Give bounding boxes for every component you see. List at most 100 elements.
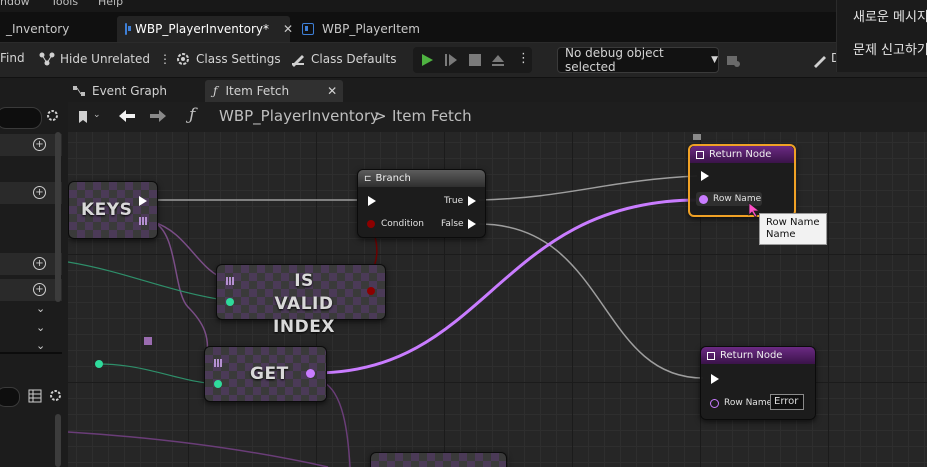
section-row[interactable]: + — [0, 279, 62, 301]
breadcrumb-separator: > — [374, 107, 387, 125]
debug-filter-icon[interactable] — [725, 52, 741, 68]
breadcrumb-leaf[interactable]: Item Fetch — [392, 107, 472, 125]
graph-tab-bar: Event Graph ƒ Item Fetch ✕ — [0, 78, 927, 102]
bookmark-icon[interactable] — [76, 110, 90, 124]
tooltip-type: Name — [766, 229, 796, 240]
find-label: Find — [0, 51, 25, 65]
exec-wire[interactable] — [478, 175, 698, 201]
exec-out-pin[interactable] — [139, 196, 147, 206]
gear-icon[interactable] — [48, 388, 63, 403]
function-icon: ƒ — [213, 84, 218, 98]
pin-tooltip: Row Name Name — [759, 213, 827, 245]
class-settings-button[interactable]: Class Settings — [175, 51, 281, 67]
play-icon[interactable] — [419, 52, 435, 68]
chevron-down-icon[interactable]: ⌄ — [36, 321, 45, 334]
int-wire[interactable] — [68, 261, 231, 302]
node-branch[interactable]: ⊏ Branch True Condition False — [357, 169, 486, 238]
details-search-input[interactable] — [0, 387, 20, 407]
row-name-pin[interactable] — [699, 195, 708, 204]
scrollbar[interactable] — [55, 414, 61, 467]
item-out-pin[interactable] — [306, 369, 315, 378]
tab-label: Item Fetch — [225, 84, 290, 98]
gear-icon[interactable] — [45, 108, 60, 123]
stop-icon[interactable] — [467, 52, 483, 68]
menu-item-tools[interactable]: Tools — [51, 0, 78, 8]
close-icon[interactable]: ✕ — [327, 84, 337, 98]
close-icon[interactable]: ✕ — [283, 22, 293, 36]
chevron-down-icon[interactable]: ⌄ — [36, 339, 45, 352]
node-return-selected[interactable]: Return Node Row Name — [688, 144, 796, 217]
int-wire[interactable] — [97, 363, 219, 385]
comment-handle[interactable] — [693, 134, 701, 140]
class-defaults-button[interactable]: Class Defaults — [290, 51, 396, 67]
step-icon[interactable] — [443, 52, 459, 68]
add-icon[interactable]: + — [33, 283, 46, 296]
exec-in-pin[interactable] — [701, 171, 709, 181]
more-options-icon[interactable]: ⋮ — [159, 52, 171, 66]
array-in-pin[interactable] — [226, 277, 234, 285]
tab-wbp-playerinventory[interactable]: WBP_PlayerInventory* ✕ — [117, 16, 293, 42]
node-keys[interactable]: KEYS — [68, 181, 158, 239]
diff-icon[interactable] — [812, 52, 828, 68]
tab-wbp-playeritem[interactable]: WBP_PlayerItem — [302, 16, 420, 42]
menu-item-window[interactable]: ndow — [0, 0, 30, 8]
table-icon[interactable] — [28, 389, 42, 403]
add-icon[interactable]: + — [33, 257, 46, 270]
array-out-pin[interactable] — [139, 217, 147, 225]
tab-item-fetch[interactable]: ƒ Item Fetch ✕ — [205, 80, 343, 102]
graph-canvas[interactable]: KEYS ⊏ Branch True Condition False IS VA… — [68, 132, 927, 467]
bool-out-pin[interactable] — [367, 287, 375, 295]
node-title: Return Node — [720, 350, 783, 361]
tab-label: Event Graph — [92, 84, 167, 98]
eject-icon[interactable] — [490, 52, 506, 68]
node-partial[interactable] — [370, 452, 507, 467]
debug-object-select[interactable]: No debug object selected ▼ — [557, 46, 719, 74]
hierarchy-icon — [39, 52, 55, 66]
add-icon[interactable]: + — [33, 138, 46, 151]
toolbar: Find Hide Unrelated ⋮ Class Settings Cla… — [0, 43, 927, 78]
play-options-icon[interactable]: ⋮ — [517, 51, 530, 66]
blueprint-icon — [302, 23, 314, 35]
node-is-valid-index[interactable]: IS VALID INDEX — [216, 264, 386, 337]
exec-true-pin[interactable] — [468, 196, 476, 206]
array-wire[interactable] — [68, 431, 329, 467]
section-row[interactable]: + — [0, 253, 62, 275]
popup-line-report-issue[interactable]: 문제 신고하기 — [853, 39, 927, 58]
index-in-pin[interactable] — [214, 380, 222, 388]
forward-arrow-icon[interactable] — [149, 109, 167, 123]
panel-divider — [0, 352, 62, 354]
array-wire[interactable] — [322, 381, 351, 467]
scrollbar[interactable] — [55, 132, 61, 302]
hide-unrelated-button[interactable]: Hide Unrelated ⋮ — [38, 51, 171, 67]
chevron-down-icon[interactable]: ⌄ — [93, 110, 101, 120]
breadcrumb-root[interactable]: WBP_PlayerInventory — [219, 107, 379, 125]
exec-in-pin[interactable] — [711, 374, 719, 384]
exec-wire[interactable] — [478, 223, 704, 379]
tooltip-title: Row Name — [766, 217, 820, 228]
my-blueprint-panel: + + + + ⌄ ⌄ ⌄ — [0, 102, 69, 467]
array-in-pin[interactable] — [214, 359, 222, 367]
menu-item-help[interactable]: Help — [98, 0, 123, 8]
row-name-pin[interactable] — [710, 399, 719, 408]
popup-line-new-message[interactable]: 새로운 메시지 — [853, 6, 927, 25]
reroute-node[interactable] — [95, 360, 103, 368]
node-get[interactable]: GET — [204, 346, 327, 402]
node-header: Return Node — [690, 146, 794, 163]
back-arrow-icon[interactable] — [118, 109, 136, 123]
chevron-down-icon[interactable]: ⌄ — [36, 302, 45, 315]
reroute-node[interactable] — [144, 337, 152, 345]
row-name-value-input[interactable]: Error — [770, 394, 804, 410]
condition-pin[interactable] — [367, 220, 375, 228]
tab-inventory[interactable]: _Inventory — [6, 16, 69, 42]
search-input[interactable] — [0, 107, 42, 129]
index-in-pin[interactable] — [226, 298, 234, 306]
section-row[interactable]: + — [0, 134, 62, 156]
find-button[interactable]: Find — [0, 51, 25, 65]
exec-false-pin[interactable] — [468, 219, 476, 229]
node-return-error[interactable]: Return Node Row Name Error — [700, 346, 816, 420]
add-icon[interactable]: + — [33, 186, 46, 199]
section-row[interactable]: + — [0, 182, 62, 204]
exec-in-pin[interactable] — [368, 196, 376, 206]
tab-event-graph[interactable]: Event Graph — [72, 80, 167, 102]
pin-label-row-name: Row Name — [724, 398, 773, 408]
